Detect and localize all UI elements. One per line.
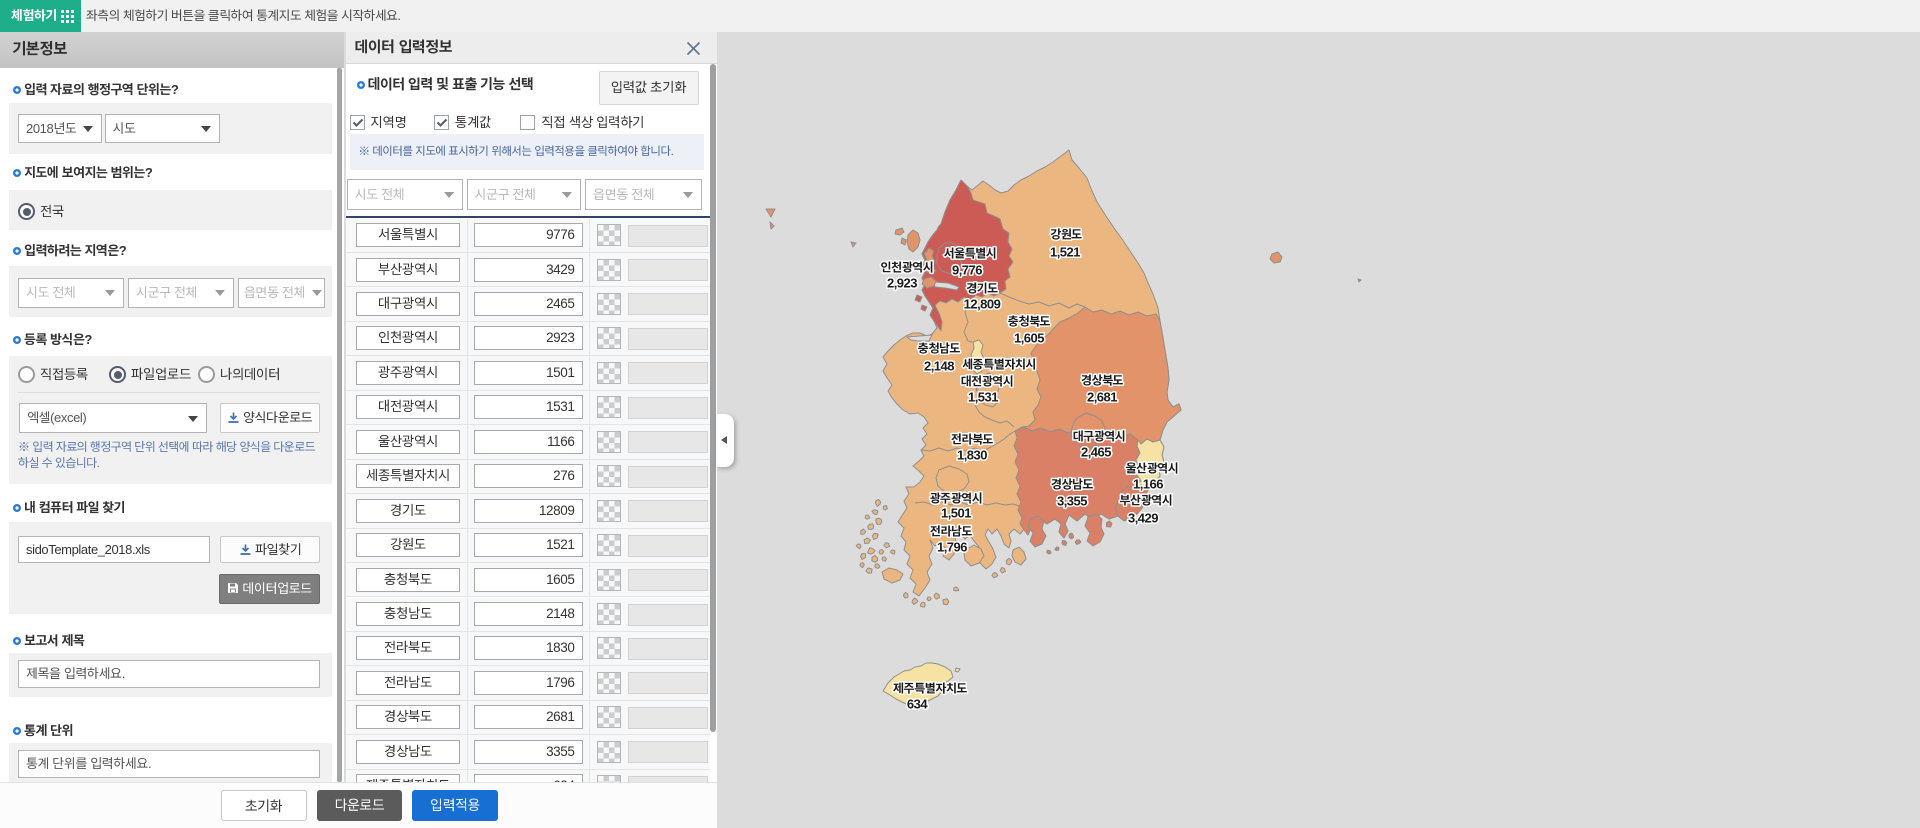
svg-text:제주특별자치도: 제주특별자치도: [893, 682, 967, 696]
svg-text:강원도: 강원도: [1050, 228, 1082, 242]
svg-text:경상북도: 경상북도: [1080, 374, 1123, 388]
svg-text:1,521: 1,521: [1049, 245, 1079, 260]
svg-text:경기도: 경기도: [966, 282, 998, 296]
svg-text:2,923: 2,923: [886, 276, 916, 291]
svg-text:2,148: 2,148: [923, 359, 953, 374]
svg-text:1,830: 1,830: [956, 448, 986, 463]
svg-text:1,531: 1,531: [967, 390, 997, 405]
svg-text:2,465: 2,465: [1080, 445, 1110, 460]
svg-text:인천광역시: 인천광역시: [880, 261, 933, 275]
svg-text:1,166: 1,166: [1132, 477, 1162, 492]
svg-text:울산광역시: 울산광역시: [1125, 462, 1178, 476]
svg-text:12,809: 12,809: [963, 297, 1000, 312]
svg-text:3,429: 3,429: [1127, 511, 1157, 526]
svg-text:1,796: 1,796: [936, 540, 966, 555]
svg-text:서울특별시: 서울특별시: [942, 247, 996, 261]
svg-text:1,605: 1,605: [1013, 331, 1043, 346]
svg-text:광주광역시: 광주광역시: [929, 492, 982, 506]
svg-text:충청북도: 충청북도: [1007, 315, 1050, 329]
svg-text:9,776: 9,776: [951, 263, 981, 278]
svg-text:세종특별자치시: 세종특별자치시: [962, 358, 1036, 372]
svg-text:경상남도: 경상남도: [1050, 478, 1093, 492]
svg-text:3,355: 3,355: [1056, 494, 1086, 509]
svg-text:대전광역시: 대전광역시: [960, 375, 1013, 389]
svg-text:634: 634: [906, 697, 927, 712]
svg-text:전라남도: 전라남도: [929, 525, 972, 539]
svg-text:전라북도: 전라북도: [950, 433, 993, 447]
svg-text:2,681: 2,681: [1086, 390, 1116, 405]
svg-text:1,501: 1,501: [940, 506, 970, 521]
svg-text:부산광역시: 부산광역시: [1119, 494, 1172, 508]
svg-text:충청남도: 충청남도: [917, 342, 960, 356]
svg-text:대구광역시: 대구광역시: [1072, 430, 1125, 444]
